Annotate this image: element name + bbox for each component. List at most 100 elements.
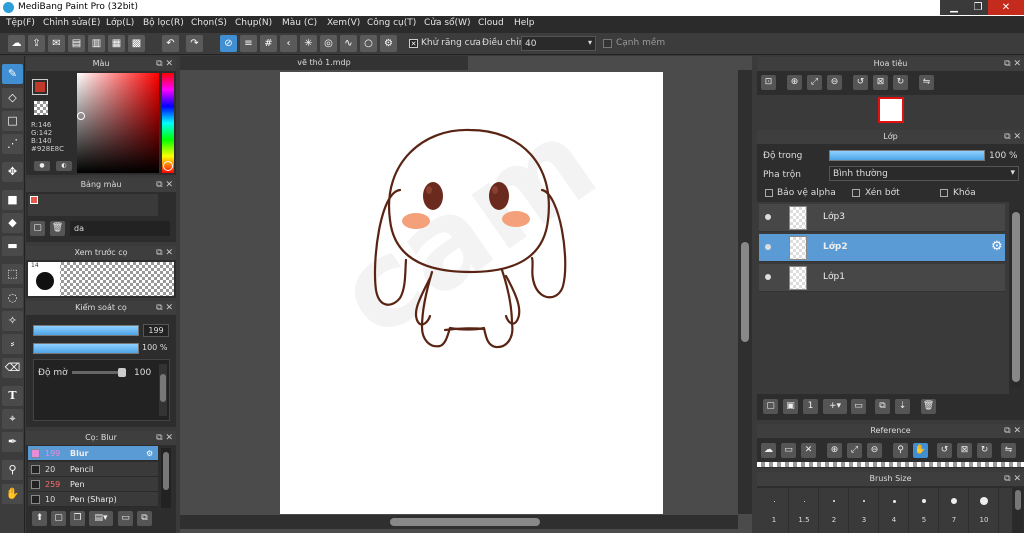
brush-size-option[interactable]: 4 xyxy=(879,488,909,533)
new-brush-icon[interactable]: ▢ xyxy=(51,511,66,526)
bucket-tool-icon[interactable]: ◆ xyxy=(2,213,23,233)
panel-icon[interactable]: ▩ xyxy=(128,35,145,52)
redo-icon[interactable]: ↷ xyxy=(186,35,203,52)
brush-item[interactable]: 20 Pencil xyxy=(28,462,158,477)
brush-item[interactable]: 259 Pen xyxy=(28,477,158,492)
curve-snap-icon[interactable]: ∿ xyxy=(340,35,357,52)
rotate-reset-icon[interactable]: ⊠ xyxy=(873,75,888,90)
share-icon[interactable]: ⇪ xyxy=(28,35,45,52)
close-icon[interactable]: ⧉ ✕ xyxy=(156,431,173,445)
brush-item[interactable]: 10 Pen (Sharp) xyxy=(28,492,158,507)
folder-icon[interactable]: ▭ xyxy=(118,511,133,526)
add-layer-menu-icon[interactable]: +▾ xyxy=(823,399,847,414)
comment-icon[interactable]: ✉ xyxy=(48,35,65,52)
swatch-item[interactable] xyxy=(30,196,38,204)
size-scroll-thumb[interactable] xyxy=(1015,490,1021,510)
navigator-viewport[interactable] xyxy=(878,97,904,123)
grid-doc-icon[interactable]: ▦ xyxy=(108,35,125,52)
menu-select[interactable]: Chọn(S) xyxy=(191,18,227,28)
circle-snap-icon[interactable]: ◎ xyxy=(320,35,337,52)
layer-item[interactable]: Lớp1 xyxy=(759,264,1005,292)
protect-alpha-checkbox[interactable] xyxy=(765,189,773,197)
magic-wand-icon[interactable]: ✧ xyxy=(2,311,23,331)
dot-tool-icon[interactable]: ⋰ xyxy=(2,134,23,154)
brush-opacity-slider[interactable] xyxy=(33,343,139,354)
layer-scroll-thumb[interactable] xyxy=(1012,212,1020,382)
blur-slider-handle[interactable] xyxy=(118,368,126,377)
close-icon[interactable]: ⧉ ✕ xyxy=(1004,424,1021,438)
trash-icon[interactable]: 🗑 xyxy=(50,221,65,236)
menu-filter[interactable]: Bộ lọc(R) xyxy=(143,18,184,28)
copy-layer-icon[interactable]: ⧉ xyxy=(875,399,890,414)
menu-color[interactable]: Màu (C) xyxy=(282,18,317,28)
halftone-layer-icon[interactable]: ▣ xyxy=(783,399,798,414)
cloud-icon[interactable]: ☁ xyxy=(8,35,25,52)
menu-tools[interactable]: Công cụ(T) xyxy=(367,18,416,28)
picker-cursor[interactable] xyxy=(77,112,85,120)
smooth-edge-checkbox[interactable] xyxy=(603,39,612,48)
color-mode-button[interactable]: ● xyxy=(34,161,50,171)
swap-color-button[interactable]: ◐ xyxy=(56,161,72,171)
swatch-set-name[interactable]: da xyxy=(70,221,170,236)
close-icon[interactable]: ⧉ ✕ xyxy=(1004,472,1021,486)
rotate-right-icon[interactable]: ↻ xyxy=(893,75,908,90)
hand-tool-icon[interactable]: ✋ xyxy=(2,484,23,504)
brush-size-option[interactable]: 3 xyxy=(849,488,879,533)
select-eraser-icon[interactable]: ⌫ xyxy=(2,358,23,378)
brush-size-option[interactable]: 7 xyxy=(939,488,969,533)
new-layer-icon[interactable]: ▢ xyxy=(763,399,778,414)
lock-checkbox[interactable] xyxy=(940,189,948,197)
rotate-right-icon[interactable]: ↻ xyxy=(977,443,992,458)
close-icon[interactable]: ⧉ ✕ xyxy=(1004,57,1021,71)
eraser-tool-icon[interactable]: ◇ xyxy=(2,88,23,108)
new-swatch-icon[interactable]: ▢ xyxy=(30,221,45,236)
eyedropper-icon[interactable]: ⚲ xyxy=(893,443,908,458)
params-scroll-thumb[interactable] xyxy=(160,374,166,402)
fit-icon[interactable]: ⤢ xyxy=(807,75,822,90)
layer-folder-icon[interactable]: ▭ xyxy=(851,399,866,414)
duplicate-icon[interactable]: ⧉ xyxy=(137,511,152,526)
brush-list-thumb[interactable] xyxy=(163,452,169,490)
fill-rect-tool-icon[interactable]: ■ xyxy=(2,190,23,210)
rectangle-tool-icon[interactable]: □ xyxy=(2,111,23,131)
flip-icon[interactable]: ⇋ xyxy=(919,75,934,90)
eye-icon[interactable] xyxy=(765,244,771,250)
menu-help[interactable]: Help xyxy=(514,18,535,28)
brush-tool-icon[interactable]: ✎ xyxy=(2,64,23,84)
navigator-preview[interactable] xyxy=(757,95,1024,127)
hand-icon[interactable]: ✋ xyxy=(913,443,928,458)
close-button[interactable]: ✕ xyxy=(988,0,1024,15)
select-pen-icon[interactable]: ⸗ xyxy=(2,334,23,354)
canvas-vscrollbar[interactable] xyxy=(738,70,752,514)
adjust-select[interactable]: 40 ▾ xyxy=(521,36,596,51)
pen-tool-icon[interactable]: ✒ xyxy=(2,432,23,452)
note-icon[interactable]: ▤ xyxy=(68,35,85,52)
foreground-color[interactable] xyxy=(32,79,48,95)
gradient-tool-icon[interactable]: ▬ xyxy=(2,236,23,256)
close-icon[interactable]: ⧉ ✕ xyxy=(156,246,173,260)
menu-window[interactable]: Cửa sổ(W) xyxy=(424,18,470,28)
text-tool-icon[interactable]: T xyxy=(2,386,23,406)
brush-size-option[interactable]: 5 xyxy=(909,488,939,533)
close-ref-icon[interactable]: ✕ xyxy=(801,443,816,458)
no-snap-icon[interactable]: ⊘ xyxy=(220,35,237,52)
clipping-checkbox[interactable] xyxy=(852,189,860,197)
eye-icon[interactable] xyxy=(765,274,771,280)
menu-edit[interactable]: Chỉnh sửa(E) xyxy=(43,18,100,28)
add-brush-icon[interactable]: ⬆ xyxy=(32,511,47,526)
layer-item[interactable]: Lớp2 ⚙ xyxy=(759,234,1005,262)
copy-brush-icon[interactable]: ❐ xyxy=(70,511,85,526)
close-icon[interactable]: ⧉ ✕ xyxy=(156,178,173,192)
size-scrollbar[interactable] xyxy=(1013,488,1023,533)
close-icon[interactable]: ⧉ ✕ xyxy=(156,301,173,315)
zoom-in-icon[interactable]: ⊕ xyxy=(827,443,842,458)
layer-scrollbar[interactable] xyxy=(1010,210,1022,388)
brush-size-option[interactable]: 10 xyxy=(969,488,999,533)
grid-snap-icon[interactable]: # xyxy=(260,35,277,52)
divide-tool-icon[interactable]: ⌖ xyxy=(2,409,23,429)
canvas-hscroll-thumb[interactable] xyxy=(390,518,540,526)
vanish-snap-icon[interactable]: ‹ xyxy=(280,35,297,52)
nav-zoom-fit-icon[interactable]: ⊡ xyxy=(761,75,776,90)
zoom-out-icon[interactable]: ⊖ xyxy=(867,443,882,458)
rotate-left-icon[interactable]: ↺ xyxy=(937,443,952,458)
